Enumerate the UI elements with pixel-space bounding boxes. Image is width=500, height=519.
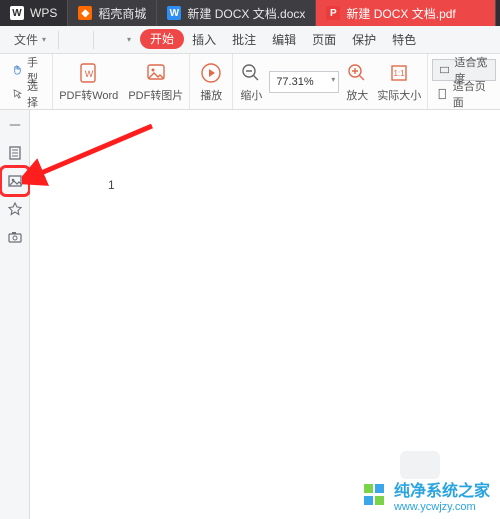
page-rotate-icon[interactable] [116, 29, 122, 51]
chevron-down-icon[interactable]: ▾ [124, 29, 134, 51]
wps-logo-icon: W [10, 6, 24, 20]
page-number: 1 [108, 178, 115, 192]
hamburger-icon[interactable] [4, 29, 10, 51]
zoom-combo[interactable]: ▾ [269, 71, 339, 93]
tab-pdf-active[interactable]: P 新建 DOCX 文档.pdf [316, 0, 496, 26]
watermark-url: www.ycwjzy.com [394, 501, 490, 513]
app-label: WPS [30, 6, 57, 20]
file-menu[interactable]: 文件 ▾ [12, 29, 52, 51]
collapse-handle-icon[interactable] [4, 114, 26, 136]
tab-store[interactable]: ◆ 稻壳商城 [68, 0, 157, 26]
toolbar: 手型 选择 W PDF转Word PDF转图片 播放 缩小 [0, 54, 500, 110]
select-tool-label: 选择 [27, 78, 44, 110]
tool-group-convert: W PDF转Word PDF转图片 [53, 54, 190, 109]
tool-group-select: 手型 选择 [4, 54, 53, 109]
watermark-logo-icon [364, 484, 386, 506]
play-label: 播放 [200, 87, 222, 103]
fit-page-label: 适合页面 [453, 78, 492, 110]
sidebar-bookmark-icon[interactable] [4, 198, 26, 220]
pdf-to-word-label: PDF转Word [59, 87, 118, 103]
undo-icon[interactable] [100, 29, 106, 51]
play-button[interactable]: 播放 [194, 57, 228, 107]
main-menu: 开始 插入 批注 编辑 页面 保护 特色 [140, 29, 424, 51]
file-menu-label: 文件 [14, 31, 38, 48]
fit-page-button[interactable]: 适合页面 [432, 83, 496, 105]
tool-group-play: 播放 [190, 54, 233, 109]
divider [58, 31, 59, 49]
menu-annotate[interactable]: 批注 [224, 29, 264, 51]
open-icon[interactable] [65, 29, 71, 51]
sidebar-thumbnails-icon[interactable] [4, 142, 26, 164]
zoom-in-label: 放大 [346, 87, 368, 103]
menu-protect[interactable]: 保护 [344, 29, 384, 51]
chevron-down-icon: ▾ [331, 75, 335, 84]
zoom-input[interactable] [269, 71, 339, 93]
pdf-to-image-label: PDF转图片 [128, 87, 183, 103]
docx-icon: W [167, 6, 181, 20]
zoom-out-label: 缩小 [240, 87, 262, 103]
sidebar-camera-icon[interactable] [4, 226, 26, 248]
select-tool-button[interactable]: 选择 [8, 83, 48, 105]
menu-edit[interactable]: 编辑 [264, 29, 304, 51]
menubar: 文件 ▾ ▾ 开始 插入 批注 编辑 页面 保护 特色 [0, 26, 500, 54]
app-tab[interactable]: W WPS [0, 0, 68, 26]
watermark: 纯净系统之家 www.ycwjzy.com [364, 477, 490, 513]
tab-label: 稻壳商城 [98, 5, 146, 22]
tab-docx[interactable]: W 新建 DOCX 文档.docx [157, 0, 316, 26]
actual-size-label: 实际大小 [377, 87, 421, 103]
chevron-down-icon: ▾ [42, 35, 46, 44]
menu-start[interactable]: 开始 [140, 29, 184, 49]
menu-page[interactable]: 页面 [304, 29, 344, 51]
left-sidebar [0, 110, 30, 519]
tab-label: 新建 DOCX 文档.docx [187, 5, 305, 22]
tool-group-zoom: 缩小 ▾ 放大 1:1 实际大小 [233, 54, 428, 109]
zoom-out-button[interactable]: 缩小 [237, 57, 265, 107]
pdf-icon: P [326, 6, 340, 20]
watermark-title: 纯净系统之家 [394, 477, 490, 501]
zoom-in-button[interactable]: 放大 [343, 57, 371, 107]
sidebar-image-extract-icon[interactable] [4, 170, 26, 192]
svg-text:1:1: 1:1 [394, 69, 406, 78]
menu-special[interactable]: 特色 [384, 29, 424, 51]
store-icon: ◆ [78, 6, 92, 20]
tab-label: 新建 DOCX 文档.pdf [346, 5, 455, 22]
print-icon[interactable] [81, 29, 87, 51]
redo-icon[interactable] [108, 29, 114, 51]
save-icon[interactable] [73, 29, 79, 51]
menu-insert[interactable]: 插入 [184, 29, 224, 51]
pdf-to-image-button[interactable]: PDF转图片 [126, 57, 185, 107]
svg-text:W: W [85, 69, 94, 79]
tool-group-fit: 适合宽度 适合页面 [428, 54, 500, 109]
decorative-ghost-icon [400, 451, 440, 479]
divider [93, 31, 94, 49]
pdf-to-word-button[interactable]: W PDF转Word [57, 57, 120, 107]
titlebar: W WPS ◆ 稻壳商城 W 新建 DOCX 文档.docx P 新建 DOCX… [0, 0, 500, 26]
actual-size-button[interactable]: 1:1 实际大小 [375, 57, 423, 107]
